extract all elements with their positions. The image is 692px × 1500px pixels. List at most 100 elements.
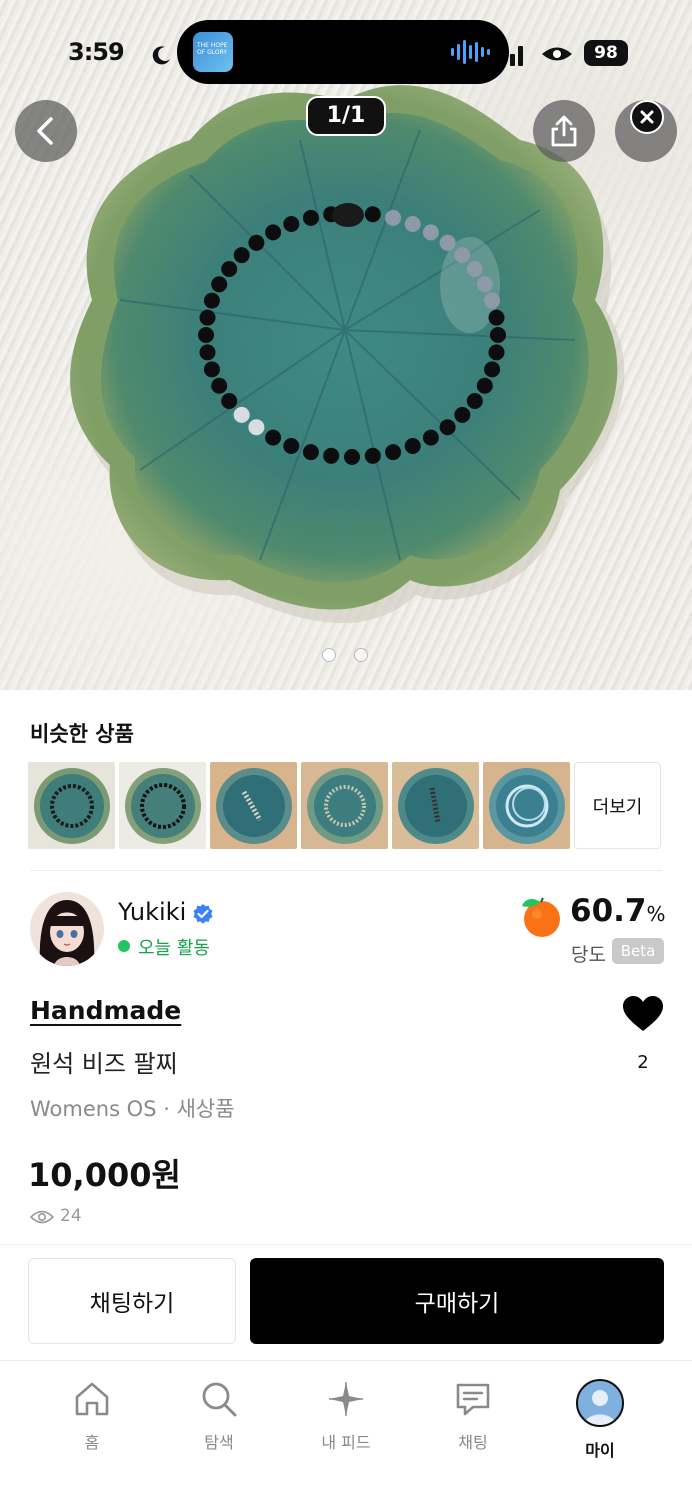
- sparkle-icon: [329, 1382, 363, 1416]
- bracelet-bead: [233, 406, 250, 423]
- chat-icon: [456, 1383, 490, 1416]
- bracelet-bead: [422, 224, 439, 241]
- bracelet-bead: [439, 419, 456, 436]
- bracelet-bead: [404, 216, 421, 232]
- signal-icon: [510, 46, 523, 66]
- bracelet-bead: [265, 224, 282, 241]
- bracelet-bead: [302, 444, 319, 461]
- seller-avatar[interactable]: [30, 892, 104, 966]
- bracelet-bead: [466, 261, 483, 277]
- section-divider: [0, 1244, 692, 1245]
- tab-home[interactable]: 홈: [37, 1379, 147, 1453]
- bracelet-bead: [323, 447, 340, 464]
- bottom-tab-bar: 홈 탐색 내 피드 채팅 마이: [0, 1360, 692, 1500]
- like-count: 2: [637, 1052, 649, 1073]
- bracelet-bead: [199, 344, 216, 361]
- bracelet-bead: [248, 234, 265, 251]
- section-divider: [30, 870, 662, 871]
- bracelet-bead: [476, 377, 493, 394]
- eye-status-icon: [542, 47, 572, 61]
- close-button[interactable]: [630, 100, 664, 134]
- pagination-dot-active[interactable]: [322, 648, 336, 662]
- bracelet-bead: [476, 276, 493, 293]
- bracelet-bead: [454, 247, 471, 264]
- chat-button[interactable]: 채팅하기: [28, 1258, 236, 1344]
- tab-my[interactable]: 마이: [545, 1379, 655, 1461]
- beta-badge: Beta: [612, 938, 664, 964]
- status-time: 3:59: [68, 38, 125, 66]
- similar-item-thumbnail[interactable]: [392, 762, 479, 849]
- bracelet-bead: [439, 234, 456, 251]
- bracelet-bead: [488, 344, 505, 361]
- product-price: 10,000원: [28, 1156, 181, 1194]
- bracelet-bead: [199, 309, 216, 326]
- bracelet-bead: [283, 438, 300, 454]
- home-icon: [75, 1382, 109, 1416]
- bracelet-bead: [466, 393, 483, 409]
- seller-name[interactable]: Yukiki: [118, 898, 186, 926]
- eye-icon: [30, 1210, 54, 1224]
- bracelet-bead: [221, 261, 238, 277]
- tab-my-feed[interactable]: 내 피드: [291, 1379, 401, 1453]
- bracelet-bead: [248, 419, 265, 436]
- bracelet-bead: [484, 292, 501, 309]
- search-icon: [202, 1382, 237, 1417]
- bracelet-bead: [454, 406, 471, 423]
- similar-item-thumbnail[interactable]: [483, 762, 570, 849]
- bracelet-bead: [211, 276, 228, 293]
- battery-indicator: 98: [584, 40, 628, 66]
- bracelet-bead: [283, 216, 300, 232]
- product-name: 원석 비즈 팔찌: [30, 1050, 178, 1078]
- similar-item-thumbnail[interactable]: [301, 762, 388, 849]
- now-playing-artwork: THE HOPE OF GLORY: [193, 32, 233, 72]
- share-button[interactable]: [533, 100, 595, 162]
- audio-waveform-icon: [451, 40, 490, 64]
- buy-button[interactable]: 구매하기: [250, 1258, 664, 1344]
- bracelet-bead: [221, 393, 238, 409]
- tab-explore[interactable]: 탐색: [164, 1379, 274, 1453]
- bracelet-bead: [211, 377, 228, 394]
- bracelet-bead: [364, 447, 381, 464]
- bracelet-bead: [385, 209, 402, 226]
- similar-item-thumbnail[interactable]: [210, 762, 297, 849]
- bracelet-center-stone: [332, 203, 364, 227]
- bracelet-bead: [233, 247, 250, 264]
- tab-chat[interactable]: 채팅: [418, 1379, 528, 1453]
- image-counter: 1/1: [306, 96, 386, 136]
- bracelet-bead: [364, 206, 381, 223]
- bracelet-bead: [385, 444, 402, 461]
- product-image-viewer[interactable]: 3:59 THE HOPE OF GLORY 98 1/1: [0, 0, 692, 690]
- bracelet-bead: [203, 361, 220, 378]
- bracelet-bead: [302, 209, 319, 226]
- pagination-dot[interactable]: [354, 648, 368, 662]
- product-meta: Womens OS · 새상품: [30, 1097, 235, 1121]
- bracelet-bead: [488, 309, 505, 326]
- moon-icon: [152, 46, 170, 65]
- share-icon: [551, 115, 577, 147]
- bracelet-bead: [198, 327, 214, 343]
- close-icon: [640, 110, 654, 124]
- view-count: 24: [60, 1206, 82, 1226]
- back-button[interactable]: [15, 100, 77, 162]
- bracelet-bead: [404, 438, 421, 454]
- sweetness-label: 당도: [571, 944, 606, 966]
- similar-item-thumbnail[interactable]: [119, 762, 206, 849]
- see-more-button[interactable]: 더보기: [574, 762, 661, 849]
- orange-icon: [522, 897, 560, 937]
- profile-avatar: [576, 1379, 624, 1427]
- bracelet-bead: [265, 429, 282, 446]
- image-pagination-dots: [322, 648, 368, 662]
- similar-item-thumbnail[interactable]: [28, 762, 115, 849]
- bracelet-bead: [422, 429, 439, 446]
- online-status-dot: [118, 940, 130, 952]
- sweetness-score: 60.7%: [570, 893, 666, 929]
- similar-items-list: 더보기: [28, 762, 661, 849]
- bracelet-bead: [344, 449, 360, 465]
- verified-badge-icon: [193, 904, 213, 924]
- brand-link[interactable]: Handmade: [30, 996, 181, 1025]
- dynamic-island[interactable]: THE HOPE OF GLORY: [177, 20, 509, 84]
- similar-items-title: 비슷한 상품: [30, 722, 134, 746]
- seller-activity: 오늘 활동: [138, 938, 210, 959]
- bracelet-bead: [490, 327, 506, 343]
- heart-icon[interactable]: [622, 995, 664, 1033]
